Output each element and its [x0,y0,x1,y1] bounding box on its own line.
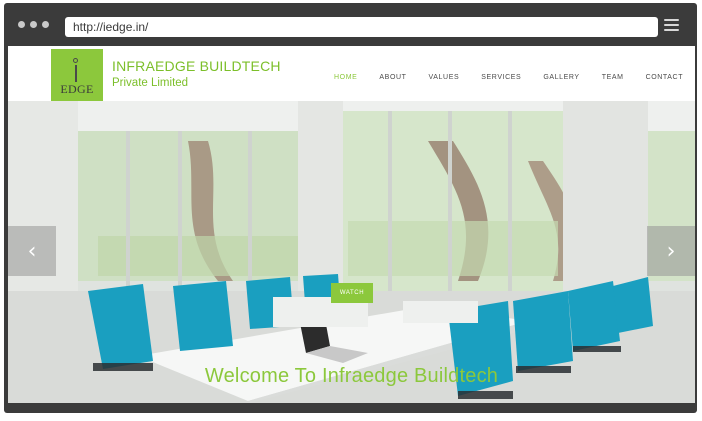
logo-text: EDGE [60,82,94,96]
nav-item-home[interactable]: HOME [334,74,357,81]
slider-next-button[interactable]: › [647,226,695,276]
main-nav: HOME ABOUT VALUES SERVICES GALLERY TEAM … [334,74,695,81]
chevron-right-icon: › [666,238,676,264]
window-controls [18,21,49,28]
chevron-left-icon: ‹ [27,238,37,264]
logo-i-icon [72,58,80,82]
window-dot-icon[interactable] [30,21,37,28]
site-header: EDGE INFRAEDGE BUILDTECH Private Limited… [8,46,695,101]
brand-name: INFRAEDGE BUILDTECH [112,58,281,74]
brand-subtitle: Private Limited [112,77,189,89]
site-logo[interactable]: EDGE [51,49,103,101]
slider-prev-button[interactable]: ‹ [8,226,56,276]
nav-item-about[interactable]: ABOUT [379,74,406,81]
nav-item-values[interactable]: VALUES [429,74,460,81]
hero-welcome-text: Welcome To Infraedge Buildtech [204,365,499,387]
window-dot-icon[interactable] [42,21,49,28]
nav-item-gallery[interactable]: GALLERY [543,74,579,81]
menu-icon[interactable] [664,19,679,31]
browser-window: http://iedge.in/ EDGE INFRAEDGE BUILDTEC… [4,3,697,413]
hero-slider: ‹ › WATCH Welcome To Infraedge Buildtech [8,101,695,403]
nav-item-services[interactable]: SERVICES [481,74,521,81]
watch-button[interactable]: WATCH [331,283,373,303]
nav-item-contact[interactable]: CONTACT [646,74,684,81]
nav-item-team[interactable]: TEAM [602,74,624,81]
address-bar[interactable]: http://iedge.in/ [65,17,658,37]
hero-image [8,101,695,403]
window-dot-icon[interactable] [18,21,25,28]
page-viewport: EDGE INFRAEDGE BUILDTECH Private Limited… [8,46,695,403]
